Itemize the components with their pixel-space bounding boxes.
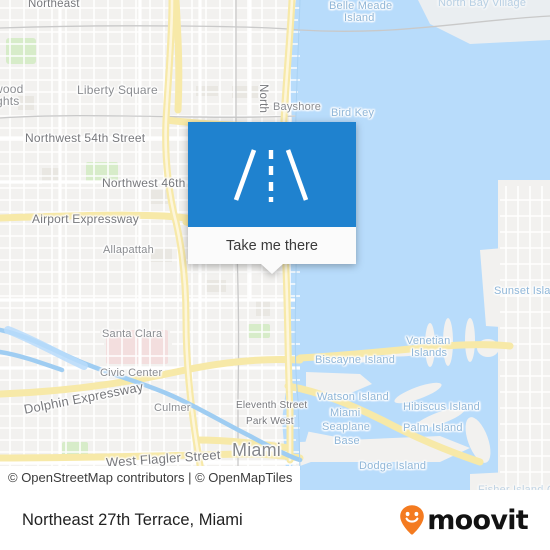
popup-header: [188, 122, 356, 227]
page-title: Northeast 27th Terrace, Miami: [22, 510, 243, 529]
bottom-bar: Northeast 27th Terrace, Miami moovit: [0, 490, 550, 550]
take-me-there-popup[interactable]: Take me there: [188, 122, 356, 274]
map-canvas[interactable]: Northeast Belle Meade Island North Bay V…: [0, 0, 550, 490]
moovit-logo[interactable]: moovit: [399, 504, 529, 536]
take-me-there-button[interactable]: Take me there: [188, 227, 356, 264]
moovit-wordmark: moovit: [427, 504, 528, 536]
moovit-smiley-pin-icon: [400, 505, 425, 535]
moovit-map-screen: Northeast Belle Meade Island North Bay V…: [0, 0, 550, 550]
map-attribution[interactable]: © OpenStreetMap contributors | © OpenMap…: [0, 466, 301, 490]
road-icon: [233, 148, 309, 202]
take-me-there-label: Take me there: [226, 237, 318, 254]
popup-pointer: [261, 264, 283, 274]
